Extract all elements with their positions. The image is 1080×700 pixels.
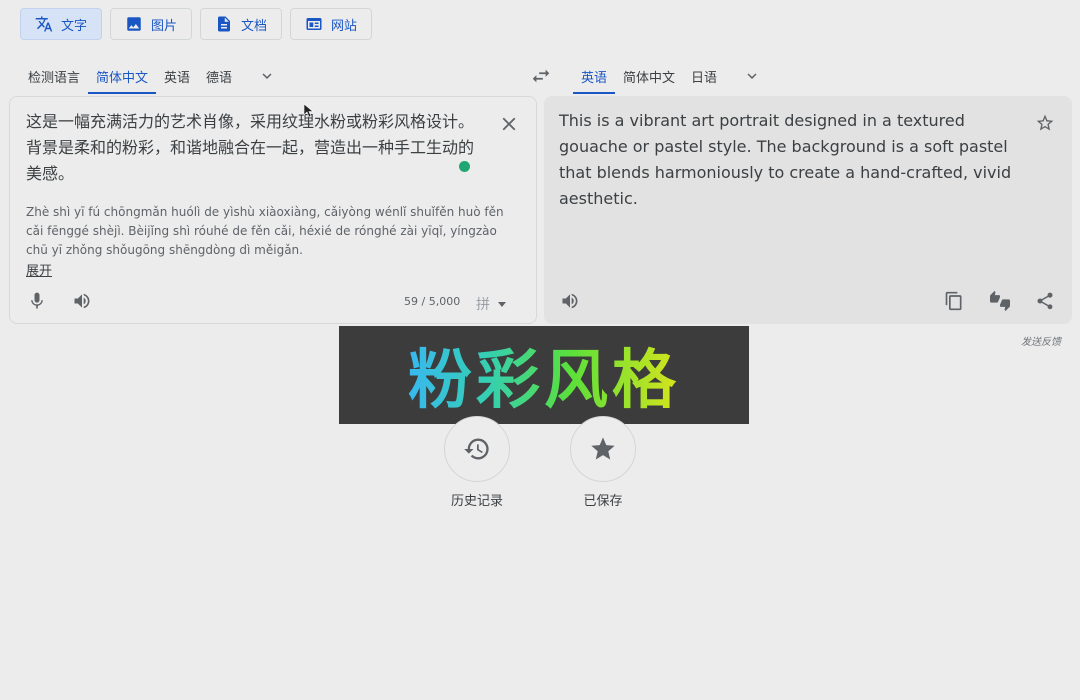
history-label: 历史记录 <box>450 494 503 509</box>
speaker-icon <box>562 293 578 309</box>
microphone-icon <box>31 292 43 309</box>
listen-source-button[interactable] <box>70 289 94 313</box>
copy-icon <box>945 291 962 311</box>
save-translation-button[interactable] <box>1033 111 1057 135</box>
saved-label: 已保存 <box>583 494 623 509</box>
close-icon <box>502 117 516 131</box>
target-lang-english[interactable]: 英语 <box>573 58 616 94</box>
mouse-cursor-icon <box>304 104 314 118</box>
translate-icon <box>35 16 53 32</box>
history-button[interactable] <box>444 416 510 482</box>
mode-switcher: 文字 图片 文档 网站 <box>20 8 373 40</box>
copy-translation-button[interactable] <box>942 289 966 313</box>
image-mode-label: 图片 <box>151 18 178 34</box>
chevron-down-icon <box>747 73 757 79</box>
expand-link[interactable]: 展开 <box>26 260 52 279</box>
star-icon <box>591 437 615 460</box>
character-count: 59 / 5,000 <box>404 295 461 308</box>
swap-icon <box>532 69 550 83</box>
target-lang-japanese[interactable]: 日语 <box>683 58 725 94</box>
swap-languages-button[interactable] <box>527 62 555 90</box>
source-text-panel: 这是一幅充满活力的艺术肖像，采用纹理水粉或粉彩风格设计。背景是柔和的粉彩，和谐地… <box>9 96 537 324</box>
voice-input-button[interactable] <box>25 289 49 313</box>
image-icon <box>127 17 141 31</box>
pinyin-transliteration: Zhè shì yī fú chōngmǎn huólì de yìshù xi… <box>26 205 504 257</box>
clear-source-button[interactable] <box>498 113 520 135</box>
document-mode-button[interactable]: 文档 <box>200 8 283 40</box>
status-dot <box>459 161 470 172</box>
share-icon <box>1037 292 1053 310</box>
source-text-input[interactable]: 这是一幅充满活力的艺术肖像，采用纹理水粉或粉彩风格设计。背景是柔和的粉彩，和谐地… <box>26 109 488 187</box>
text-mode-label: 文字 <box>61 18 88 34</box>
dropdown-triangle-icon <box>498 301 506 307</box>
source-lang-more-button[interactable] <box>240 58 294 94</box>
pinyin-ime-label: 拼 <box>476 297 490 313</box>
rate-translation-button[interactable] <box>988 289 1012 313</box>
text-mode-button[interactable]: 文字 <box>20 8 103 40</box>
website-icon <box>306 18 322 30</box>
target-language-bar: 英语 简体中文 日语 <box>573 58 779 94</box>
send-feedback-link[interactable]: 发送反馈 <box>1021 333 1061 348</box>
speaker-icon <box>74 293 90 309</box>
source-lang-detect[interactable]: 检测语言 <box>20 58 88 94</box>
thumbs-up-down-icon <box>990 291 1010 311</box>
translation-output: This is a vibrant art portrait designed … <box>559 111 1012 208</box>
target-text-panel: This is a vibrant art portrait designed … <box>544 96 1072 324</box>
document-icon <box>218 16 231 32</box>
chevron-down-icon <box>262 73 272 79</box>
target-lang-more-button[interactable] <box>725 58 779 94</box>
source-lang-simplified-chinese[interactable]: 简体中文 <box>88 58 157 94</box>
source-language-bar: 检测语言 简体中文 英语 德语 <box>20 58 294 94</box>
document-mode-label: 文档 <box>241 18 268 34</box>
website-mode-button[interactable]: 网站 <box>290 8 373 40</box>
saved-button[interactable] <box>570 416 636 482</box>
overlay-title: 粉彩风格 <box>408 329 680 421</box>
input-method-selector[interactable]: 拼 <box>476 294 506 314</box>
overlay-banner: 粉彩风格 <box>339 326 749 424</box>
source-lang-german[interactable]: 德语 <box>198 58 240 94</box>
listen-translation-button[interactable] <box>558 289 582 313</box>
website-mode-label: 网站 <box>331 18 358 34</box>
target-lang-simplified-chinese[interactable]: 简体中文 <box>615 58 683 94</box>
star-outline-icon <box>1036 114 1054 131</box>
source-lang-english[interactable]: 英语 <box>156 58 198 94</box>
history-icon <box>464 438 489 460</box>
image-mode-button[interactable]: 图片 <box>110 8 193 40</box>
share-translation-button[interactable] <box>1033 289 1057 313</box>
